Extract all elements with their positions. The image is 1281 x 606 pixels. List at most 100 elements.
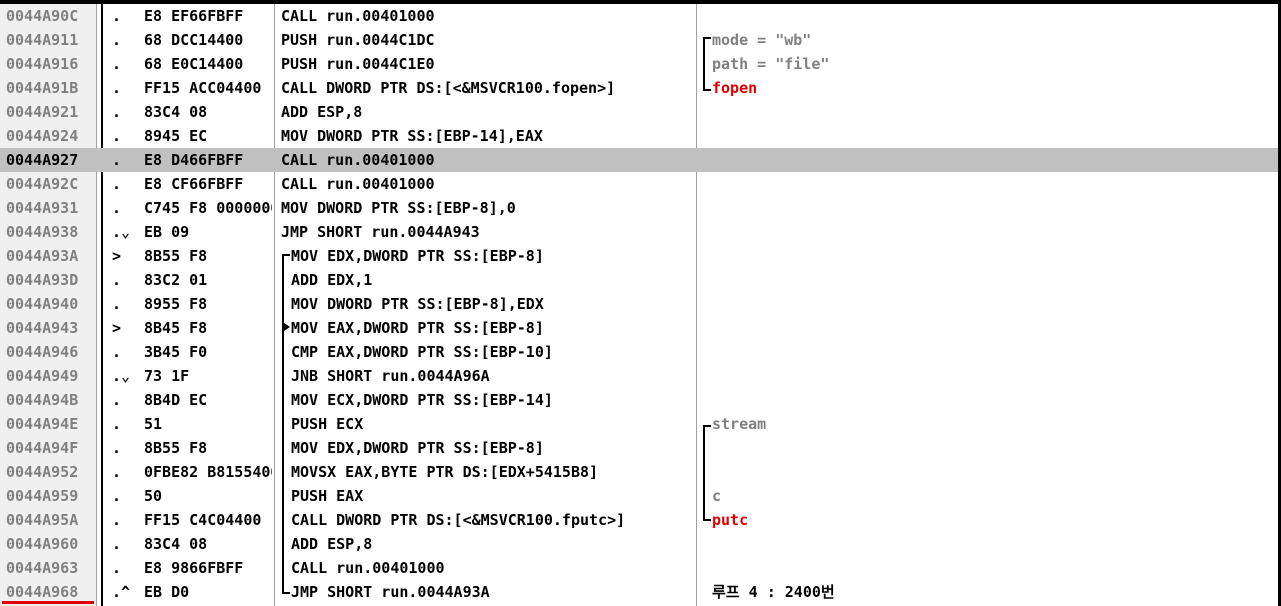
instruction-row[interactable]: 0044A921. 83C4 08 ADD ESP,8 [0,100,1278,124]
hex-dump-cell[interactable]: 8B45 F8 [144,316,272,340]
hex-dump-cell[interactable]: E8 D466FBFF [144,148,272,172]
hex-dump-cell[interactable]: C745 F8 00000000 [144,196,272,220]
address-cell[interactable]: 0044A960 [6,532,94,556]
instruction-row[interactable]: 0044A959. 50 PUSH EAX c [0,484,1278,508]
hex-dump-cell[interactable]: EB 09 [144,220,272,244]
address-cell[interactable]: 0044A95A [6,508,94,532]
address-cell[interactable]: 0044A938 [6,220,94,244]
hex-dump-cell[interactable]: E8 CF66FBFF [144,172,272,196]
hex-dump-cell[interactable]: E8 EF66FBFF [144,4,272,28]
hex-dump-cell[interactable]: 68 DCC14400 [144,28,272,52]
hex-dump-cell[interactable]: 83C2 01 [144,268,272,292]
disassembly-cell[interactable]: ADD ESP,8 [291,532,701,556]
comment-cell[interactable]: c [712,484,1272,508]
instruction-row[interactable]: 0044A94B. 8B4D EC MOV ECX,DWORD PTR SS:[EB… [0,388,1278,412]
hex-dump-cell[interactable]: EB D0 [144,580,272,604]
instruction-row[interactable]: 0044A938 .⌄ EB 09 JMP SHORT run.0044A943 [0,220,1278,244]
disassembly-cell[interactable]: ADD ESP,8 [281,100,691,124]
address-cell[interactable]: 0044A93D [6,268,94,292]
hex-dump-cell[interactable]: FF15 ACC04400 [144,76,272,100]
disassembly-cell[interactable]: MOV DWORD PTR SS:[EBP-14],EAX [281,124,691,148]
instruction-row[interactable]: 0044A95A. FF15 C4C04400 CALL DWORD PTR DS:… [0,508,1278,532]
disassembly-cell[interactable]: MOV ECX,DWORD PTR SS:[EBP-14] [291,388,701,412]
address-cell[interactable]: 0044A927 [6,148,94,172]
comment-cell[interactable]: fopen [712,76,1272,100]
disassembly-cell[interactable]: MOV DWORD PTR SS:[EBP-8],EDX [291,292,701,316]
address-cell[interactable]: 0044A911 [6,28,94,52]
instruction-row[interactable]: 0044A952. 0FBE82 B8155400 MOVSX EAX,BYTE P… [0,460,1278,484]
instruction-row[interactable]: 0044A93D. 83C2 01 ADD EDX,1 [0,268,1278,292]
instruction-row[interactable]: 0044A91B. FF15 ACC04400 CALL DWORD PTR DS:… [0,76,1278,100]
hex-dump-cell[interactable]: E8 9866FBFF [144,556,272,580]
hex-dump-cell[interactable]: 3B45 F0 [144,340,272,364]
instruction-row[interactable]: 0044A94F. 8B55 F8 MOV EDX,DWORD PTR SS:[EB… [0,436,1278,460]
comment-cell[interactable]: 루프 4 : 2400번 [712,580,1272,604]
instruction-row[interactable]: 0044A960. 83C4 08 ADD ESP,8 [0,532,1278,556]
disassembly-cell[interactable]: PUSH run.0044C1E0 [281,52,691,76]
hex-dump-cell[interactable]: 0FBE82 B8155400 [144,460,272,484]
disassembly-cell[interactable]: JMP SHORT run.0044A943 [281,220,691,244]
address-cell[interactable]: 0044A931 [6,196,94,220]
address-cell[interactable]: 0044A946 [6,340,94,364]
address-cell[interactable]: 0044A943 [6,316,94,340]
hex-dump-cell[interactable]: 8945 EC [144,124,272,148]
address-cell[interactable]: 0044A940 [6,292,94,316]
address-cell[interactable]: 0044A959 [6,484,94,508]
disassembly-cell[interactable]: CALL DWORD PTR DS:[<&MSVCR100.fputc>] [291,508,701,532]
disassembly-cell[interactable]: CALL run.00401000 [281,4,691,28]
hex-dump-cell[interactable]: 8B4D EC [144,388,272,412]
disassembly-cell[interactable]: CMP EAX,DWORD PTR SS:[EBP-10] [291,340,701,364]
disassembly-view[interactable]: 0044A90C. E8 EF66FBFF CALL run.00401000 00… [0,0,1281,606]
disassembly-cell[interactable]: ADD EDX,1 [291,268,701,292]
comment-cell[interactable]: path = "file" [712,52,1272,76]
instruction-row[interactable]: 0044A940. 8955 F8 MOV DWORD PTR SS:[EBP-8]… [0,292,1278,316]
address-cell[interactable]: 0044A952 [6,460,94,484]
disassembly-cell[interactable]: CALL run.00401000 [291,556,701,580]
disassembly-cell[interactable]: MOV DWORD PTR SS:[EBP-8],0 [281,196,691,220]
disassembly-cell[interactable]: MOV EDX,DWORD PTR SS:[EBP-8] [291,244,701,268]
instruction-row[interactable]: 0044A90C. E8 EF66FBFF CALL run.00401000 [0,4,1278,28]
address-cell[interactable]: 0044A94F [6,436,94,460]
instruction-row[interactable]: 0044A911. 68 DCC14400 PUSH run.0044C1DC mod… [0,28,1278,52]
instruction-row[interactable]: 0044A924. 8945 EC MOV DWORD PTR SS:[EBP-14… [0,124,1278,148]
hex-dump-cell[interactable]: FF15 C4C04400 [144,508,272,532]
disassembly-cell[interactable]: PUSH EAX [291,484,701,508]
disassembly-cell[interactable]: CALL run.00401000 [281,172,691,196]
address-cell[interactable]: 0044A94B [6,388,94,412]
instruction-row[interactable]: 0044A93A >8B55 F8 MOV EDX,DWORD PTR SS:[EB… [0,244,1278,268]
hex-dump-cell[interactable]: 51 [144,412,272,436]
hex-dump-cell[interactable]: 68 E0C14400 [144,52,272,76]
address-cell[interactable]: 0044A916 [6,52,94,76]
instruction-row[interactable]: 0044A968 .^ EB D0 JMP SHORT run.0044A93A 루프 … [0,580,1278,604]
hex-dump-cell[interactable]: 50 [144,484,272,508]
instruction-row[interactable]: 0044A916. 68 E0C14400 PUSH run.0044C1E0 pat… [0,52,1278,76]
disassembly-cell[interactable]: MOV EDX,DWORD PTR SS:[EBP-8] [291,436,701,460]
instruction-row[interactable]: 0044A949 .⌄ 73 1F JNB SHORT run.0044A96A [0,364,1278,388]
hex-dump-cell[interactable]: 8B55 F8 [144,436,272,460]
address-cell[interactable]: 0044A963 [6,556,94,580]
disassembly-cell[interactable]: PUSH ECX [291,412,701,436]
hex-dump-cell[interactable]: 8B55 F8 [144,244,272,268]
hex-dump-cell[interactable]: 8955 F8 [144,292,272,316]
instruction-row-selected[interactable]: 0044A927. E8 D466FBFF CALL run.00401000 [0,148,1278,172]
hex-dump-cell[interactable]: 83C4 08 [144,532,272,556]
hex-dump-cell[interactable]: 83C4 08 [144,100,272,124]
disassembly-cell[interactable]: MOV EAX,DWORD PTR SS:[EBP-8] [291,316,701,340]
disassembly-cell[interactable]: MOVSX EAX,BYTE PTR DS:[EDX+5415B8] [291,460,701,484]
instruction-row[interactable]: 0044A931. C745 F8 00000000 MOV DWORD PTR S… [0,196,1278,220]
comment-cell[interactable]: putc [712,508,1272,532]
disassembly-cell[interactable]: JMP SHORT run.0044A93A [291,580,701,604]
address-cell[interactable]: 0044A92C [6,172,94,196]
instruction-list[interactable]: 0044A90C. E8 EF66FBFF CALL run.00401000 00… [0,4,1278,604]
address-cell[interactable]: 0044A949 [6,364,94,388]
comment-cell[interactable]: stream [712,412,1272,436]
address-cell[interactable]: 0044A90C [6,4,94,28]
address-cell[interactable]: 0044A93A [6,244,94,268]
address-cell[interactable]: 0044A94E [6,412,94,436]
instruction-row[interactable]: 0044A92C. E8 CF66FBFF CALL run.00401000 [0,172,1278,196]
disassembly-cell[interactable]: PUSH run.0044C1DC [281,28,691,52]
comment-cell[interactable]: mode = "wb" [712,28,1272,52]
instruction-row[interactable]: 0044A963. E8 9866FBFF CALL run.00401000 [0,556,1278,580]
disassembly-cell[interactable]: JNB SHORT run.0044A96A [291,364,701,388]
address-cell[interactable]: 0044A924 [6,124,94,148]
